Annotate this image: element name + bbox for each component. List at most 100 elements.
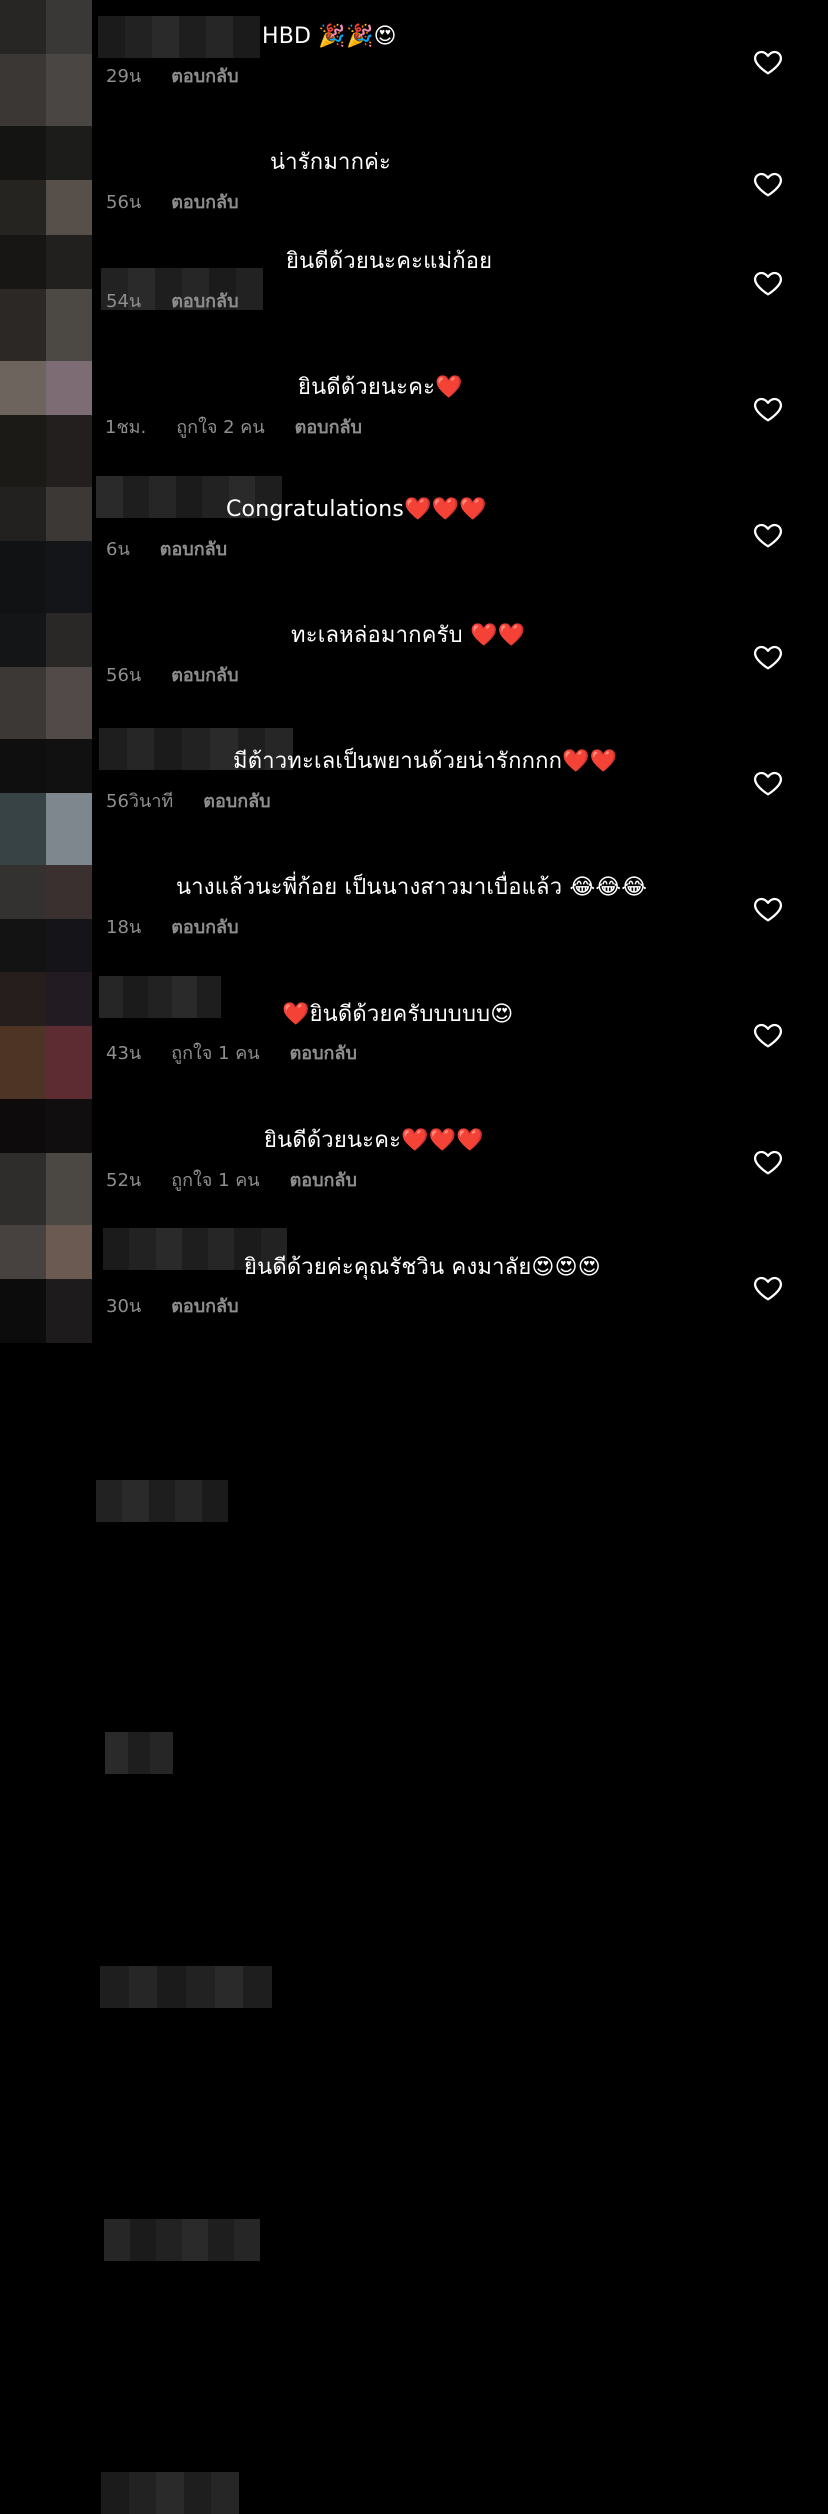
comment-item: ยินดีด้วยนะคะแม่ก้อย 54น ตอบกลับ <box>0 235 828 518</box>
avatar-pixel <box>0 1099 46 1153</box>
comment-timestamp: 56น <box>106 192 142 213</box>
reply-button[interactable]: ตอบกลับ <box>290 1043 357 1064</box>
comment-meta: 43น ถูกใจ 1 คน ตอบกลับ <box>106 1043 387 1065</box>
comment-timestamp: 18น <box>106 917 142 938</box>
avatar-pixel <box>46 1099 92 1153</box>
avatar-pixel <box>46 793 92 865</box>
like-count[interactable]: ถูกใจ 2 คน <box>176 417 264 438</box>
comment-text: HBD 🎉🎉😍 <box>262 24 397 49</box>
username-blurred[interactable] <box>104 2219 260 2261</box>
comment-text: ยินดีด้วยนะคะแม่ก้อย <box>286 249 493 274</box>
comment-text: น่ารักมากค่ะ <box>270 150 392 175</box>
avatar-pixel <box>46 1153 92 1225</box>
reply-button[interactable]: ตอบกลับ <box>295 417 362 438</box>
like-count[interactable]: ถูกใจ 1 คน <box>171 1170 259 1191</box>
avatar-pixel <box>46 739 92 793</box>
avatar-pixel <box>0 541 46 613</box>
avatar-pixel <box>0 1153 46 1225</box>
comment-meta: 1ชม. ถูกใจ 2 คน ตอบกลับ <box>105 417 392 439</box>
reply-button[interactable]: ตอบกลับ <box>171 917 238 938</box>
avatar[interactable] <box>0 739 92 865</box>
heart-outline-icon[interactable] <box>752 519 784 551</box>
heart-outline-icon[interactable] <box>752 1146 784 1178</box>
avatar[interactable] <box>0 0 92 126</box>
comment-timestamp: 54น <box>106 291 142 312</box>
avatar-pixel <box>46 919 92 972</box>
avatar-pixel <box>0 667 46 739</box>
avatar-pixel <box>0 361 46 415</box>
comment-text: ❤️ยินดีด้วยครับบบบบ😍 <box>282 1002 514 1027</box>
avatar-pixel <box>0 919 46 972</box>
avatar-pixel <box>46 415 92 487</box>
comment-text: นางแล้วนะพี่ก้อย เป็นนางสาวมาเบื่อแล้ว 😂… <box>176 875 648 900</box>
reply-button[interactable]: ตอบกลับ <box>171 192 238 213</box>
comment-meta: 6น ตอบกลับ <box>106 539 257 561</box>
comment-item: ❤️ยินดีด้วยครับบบบบ😍 43น ถูกใจ 1 คน ตอบกลับ <box>0 972 828 2008</box>
avatar-pixel <box>0 793 46 865</box>
heart-outline-icon[interactable] <box>752 267 784 299</box>
heart-outline-icon[interactable] <box>752 46 784 78</box>
reply-button[interactable]: ตอบกลับ <box>203 791 270 812</box>
avatar-pixel <box>0 1026 46 1099</box>
heart-outline-icon[interactable] <box>752 893 784 925</box>
like-count[interactable]: ถูกใจ 1 คน <box>171 1043 259 1064</box>
avatar-pixel <box>46 235 92 289</box>
comment-timestamp: 30น <box>106 1296 142 1317</box>
reply-button[interactable]: ตอบกลับ <box>171 1296 238 1317</box>
comment-timestamp: 6น <box>106 539 130 560</box>
avatar[interactable] <box>0 1225 92 1343</box>
avatar[interactable] <box>0 235 92 361</box>
comment-item: นางแล้วนะพี่ก้อย เป็นนางสาวมาเบื่อแล้ว 😂… <box>0 865 828 1774</box>
comment-timestamp: 56วินาที <box>106 791 174 812</box>
username-blurred[interactable] <box>101 2472 239 2514</box>
avatar[interactable] <box>0 865 92 972</box>
avatar[interactable] <box>0 1099 92 1225</box>
reply-button[interactable]: ตอบกลับ <box>290 1170 357 1191</box>
username-blurred[interactable] <box>96 1480 228 1522</box>
comment-meta: 56น ตอบกลับ <box>106 665 269 687</box>
avatar-pixel <box>46 1026 92 1099</box>
reply-button[interactable]: ตอบกลับ <box>171 665 238 686</box>
reply-button[interactable]: ตอบกลับ <box>160 539 227 560</box>
reply-button[interactable]: ตอบกลับ <box>171 291 238 312</box>
username-blurred[interactable] <box>105 1732 173 1774</box>
avatar-pixel <box>0 289 46 361</box>
username-blurred[interactable] <box>100 1966 272 2008</box>
avatar-pixel <box>0 739 46 793</box>
avatar-pixel <box>46 1225 92 1279</box>
avatar-pixel <box>0 415 46 487</box>
comment-item: ยินดีด้วยนะคะ❤️ 1ชม. ถูกใจ 2 คน ตอบกลับ <box>0 361 828 770</box>
comment-timestamp: 56น <box>106 665 142 686</box>
heart-outline-icon[interactable] <box>752 767 784 799</box>
avatar-pixel <box>46 361 92 415</box>
heart-outline-icon[interactable] <box>752 393 784 425</box>
reply-button[interactable]: ตอบกลับ <box>171 66 238 87</box>
heart-outline-icon[interactable] <box>752 1272 784 1304</box>
heart-outline-icon[interactable] <box>752 1019 784 1051</box>
comment-item: มีต้าวทะเลเป็นพยานด้วยน่ารักกกก❤️❤️ 56วิน… <box>0 739 828 1522</box>
heart-outline-icon[interactable] <box>752 641 784 673</box>
avatar-pixel <box>0 0 46 54</box>
avatar-pixel <box>46 54 92 126</box>
comment-text: มีต้าวทะเลเป็นพยานด้วยน่ารักกกก❤️❤️ <box>233 749 618 774</box>
avatar[interactable] <box>0 972 92 1099</box>
comment-item: HBD 🎉🎉😍 29น ตอบกลับ <box>0 0 828 126</box>
avatar[interactable] <box>0 361 92 487</box>
comment-meta: 30น ตอบกลับ <box>106 1296 269 1318</box>
avatar-pixel <box>46 865 92 919</box>
comment-text: Congratulations❤️❤️❤️ <box>226 497 487 522</box>
comment-meta: 56น ตอบกลับ <box>106 192 269 214</box>
comment-timestamp: 29น <box>106 66 142 87</box>
comment-meta: 52น ถูกใจ 1 คน ตอบกลับ <box>106 1170 387 1192</box>
heart-outline-icon[interactable] <box>752 168 784 200</box>
avatar-pixel <box>46 667 92 739</box>
avatar-pixel <box>46 972 92 1026</box>
avatar[interactable] <box>0 613 92 739</box>
avatar-pixel <box>46 126 92 180</box>
avatar[interactable] <box>0 126 92 235</box>
username-blurred[interactable] <box>98 16 260 58</box>
comment-meta: 56วินาที ตอบกลับ <box>106 791 301 813</box>
avatar-pixel <box>0 1279 46 1343</box>
avatar[interactable] <box>0 487 92 613</box>
avatar-pixel <box>46 541 92 613</box>
